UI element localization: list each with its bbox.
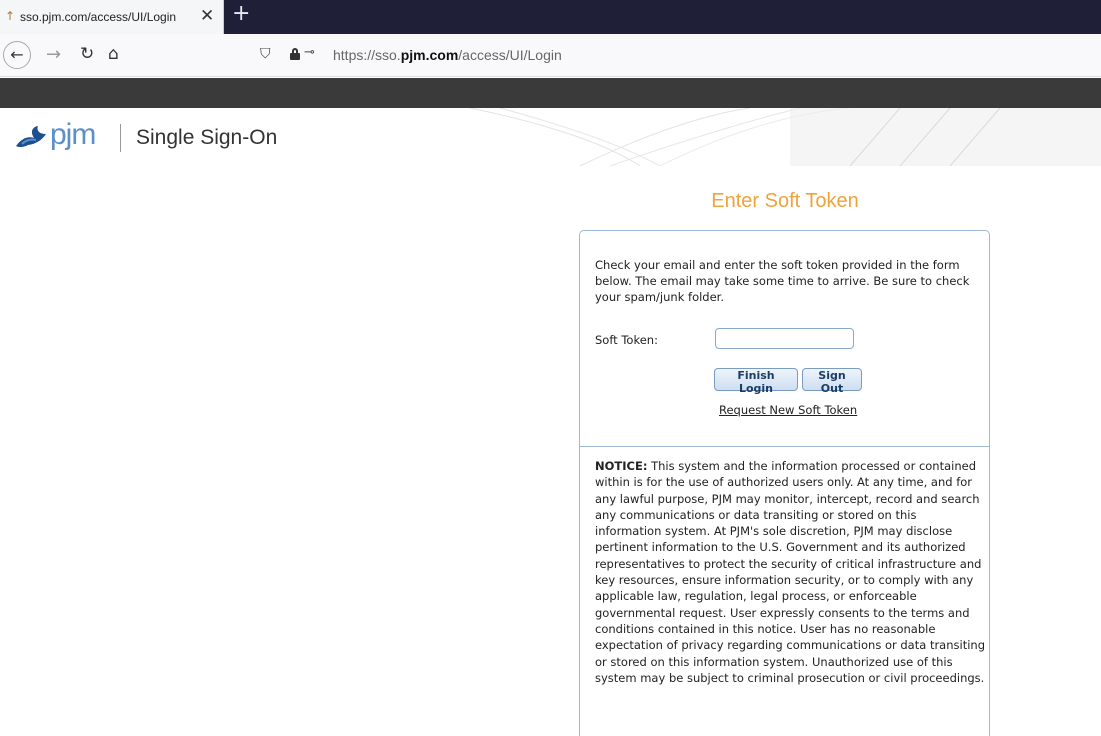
shield-icon[interactable]: ⛉ — [260, 46, 271, 62]
browser-nav-bar: ← → ↻ ⌂ ⛉ ⊸ https://sso.pjm.com/access/U… — [0, 34, 1101, 77]
back-button[interactable]: ← — [3, 41, 31, 69]
sign-out-button[interactable]: Sign Out — [802, 368, 862, 395]
logo-divider — [120, 124, 121, 152]
address-bar[interactable]: ⛉ ⊸ https://sso.pjm.com/access/UI/Login — [250, 40, 1101, 71]
soft-token-label: Soft Token: — [595, 333, 658, 347]
home-button[interactable]: ⌂ — [108, 44, 119, 64]
request-new-token-link[interactable]: Request New Soft Token — [719, 403, 857, 417]
pjm-logo-mark-icon — [16, 126, 46, 148]
notice-label: NOTICE: — [595, 459, 648, 473]
url-text[interactable]: https://sso.pjm.com/access/UI/Login — [333, 47, 562, 63]
pjm-logo[interactable]: pjm — [14, 118, 110, 152]
notice-text: This system and the information processe… — [595, 459, 985, 685]
finish-login-button[interactable]: Finish Login — [714, 368, 798, 395]
panel-divider — [580, 446, 989, 447]
soft-token-input[interactable] — [715, 328, 854, 349]
browser-tab-strip: ↑ sso.pjm.com/access/UI/Login ✕ + — [0, 0, 1101, 34]
forward-button[interactable]: → — [46, 44, 61, 65]
close-tab-icon[interactable]: ✕ — [200, 6, 214, 26]
browser-tab[interactable]: ↑ sso.pjm.com/access/UI/Login ✕ — [0, 0, 224, 34]
site-top-band — [0, 78, 1101, 108]
reload-button[interactable]: ↻ — [80, 44, 94, 64]
site-title: Single Sign-On — [136, 126, 278, 149]
logo-text: pjm — [50, 118, 96, 151]
new-tab-button[interactable]: + — [232, 1, 250, 26]
soft-token-panel: Check your email and enter the soft toke… — [579, 230, 990, 736]
lock-icon[interactable] — [290, 48, 300, 60]
legal-notice: NOTICE: This system and the information … — [595, 458, 985, 686]
site-favicon-icon: ↑ — [5, 9, 16, 23]
header-decoration — [430, 108, 1101, 166]
tab-title: sso.pjm.com/access/UI/Login — [20, 10, 177, 24]
page-title: Enter Soft Token — [711, 190, 859, 212]
instructions-text: Check your email and enter the soft toke… — [595, 258, 970, 304]
site-header: pjm Single Sign-On — [0, 108, 1101, 166]
key-icon[interactable]: ⊸ — [304, 45, 315, 60]
